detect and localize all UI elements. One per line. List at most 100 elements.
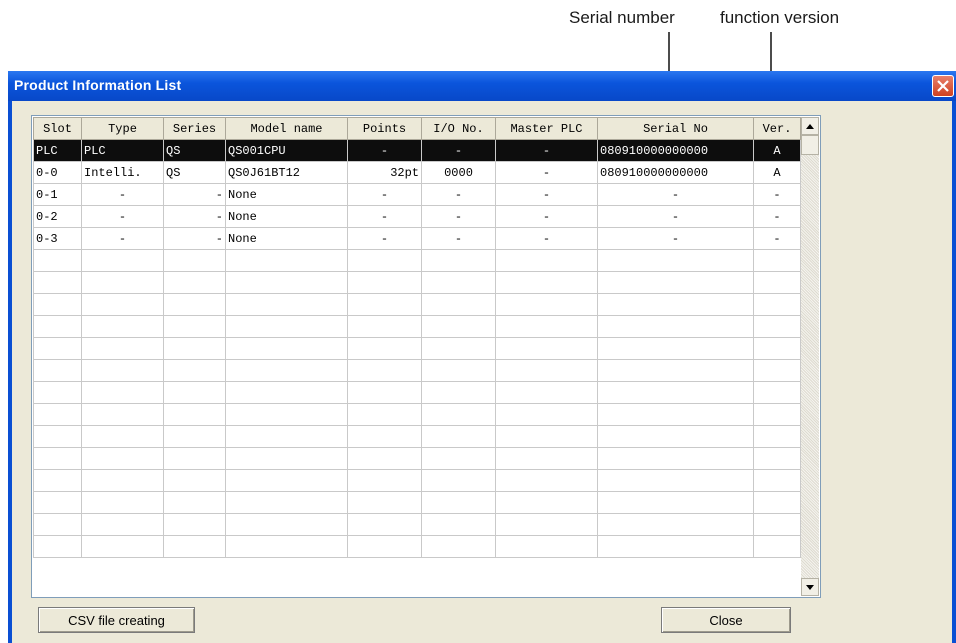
table-cell: PLC <box>81 139 164 162</box>
table-cell: - <box>347 183 422 206</box>
table-row[interactable] <box>33 403 801 426</box>
table-cell <box>81 293 164 316</box>
table-row[interactable] <box>33 381 801 404</box>
table-cell <box>347 315 422 338</box>
title-bar[interactable]: Product Information List <box>8 71 956 101</box>
table-cell <box>495 469 598 492</box>
table-row[interactable] <box>33 337 801 360</box>
table-row[interactable] <box>33 293 801 316</box>
table-cell: PLC <box>33 139 82 162</box>
table-cell <box>81 381 164 404</box>
table-cell <box>163 425 226 448</box>
table-cell <box>225 491 348 514</box>
table-row[interactable]: 0-2- - None - - - - - <box>33 205 801 228</box>
table-cell <box>33 513 82 536</box>
column-header[interactable]: Slot <box>33 117 82 140</box>
table-cell <box>597 271 754 294</box>
column-header[interactable]: Model name <box>225 117 348 140</box>
column-header[interactable]: Serial No <box>597 117 754 140</box>
scroll-thumb[interactable] <box>801 135 819 155</box>
table-cell <box>225 513 348 536</box>
column-header[interactable]: Series <box>163 117 226 140</box>
table-row[interactable] <box>33 469 801 492</box>
table-cell <box>347 425 422 448</box>
table-cell <box>597 403 754 426</box>
table-row[interactable]: PLC PLC QS QS001CPU - - -080910000000000 A <box>33 139 801 162</box>
table-row[interactable]: 0-1- - None - - - - - <box>33 183 801 206</box>
table-cell: QS <box>163 139 226 162</box>
table-cell <box>495 359 598 382</box>
table-cell <box>753 535 801 558</box>
table-cell <box>753 337 801 360</box>
product-grid[interactable]: Slot Type Series Model name Points I/O No. Mas… <box>31 115 821 598</box>
table-cell <box>33 469 82 492</box>
table-cell: - <box>495 205 598 228</box>
table-cell <box>495 535 598 558</box>
table-row[interactable]: 0-3- - None - - - - - <box>33 227 801 250</box>
column-header[interactable]: I/O No. <box>421 117 496 140</box>
table-cell <box>597 469 754 492</box>
table-cell <box>597 513 754 536</box>
table-row[interactable] <box>33 271 801 294</box>
table-cell <box>597 249 754 272</box>
table-cell <box>421 425 496 448</box>
table-cell <box>753 469 801 492</box>
table-cell: - <box>421 205 496 228</box>
table-cell: A <box>753 139 801 162</box>
table-cell <box>81 337 164 360</box>
column-header[interactable]: Points <box>347 117 422 140</box>
table-cell <box>753 315 801 338</box>
table-row[interactable] <box>33 447 801 470</box>
csv-file-creating-button[interactable]: CSV file creating <box>38 607 195 633</box>
table-cell <box>347 249 422 272</box>
table-row[interactable] <box>33 535 801 558</box>
table-cell <box>81 271 164 294</box>
table-cell <box>81 315 164 338</box>
table-cell <box>597 381 754 404</box>
table-cell <box>163 491 226 514</box>
table-cell: 0-0 <box>33 161 82 184</box>
table-row[interactable] <box>33 249 801 272</box>
column-header[interactable]: Ver. <box>753 117 801 140</box>
table-cell <box>347 447 422 470</box>
table-cell <box>163 359 226 382</box>
table-cell: - <box>753 205 801 228</box>
table-cell <box>163 315 226 338</box>
table-cell <box>225 315 348 338</box>
vertical-scrollbar[interactable] <box>801 117 819 596</box>
table-row[interactable] <box>33 425 801 448</box>
table-cell: - <box>163 227 226 250</box>
table-cell <box>33 425 82 448</box>
window-client-area: Slot Type Series Model name Points I/O No. Mas… <box>12 101 952 643</box>
table-cell <box>597 535 754 558</box>
table-row[interactable] <box>33 315 801 338</box>
function-version-annotation: function version <box>720 8 840 27</box>
column-header[interactable]: Type <box>81 117 164 140</box>
table-cell <box>81 447 164 470</box>
table-cell: None <box>225 227 348 250</box>
table-cell <box>81 469 164 492</box>
scroll-down-button[interactable] <box>801 578 819 596</box>
table-cell <box>753 491 801 514</box>
table-cell <box>33 535 82 558</box>
table-row[interactable]: 0-0 Intelli. QS QS0J61BT12 32pt 0000-08091000… <box>33 161 801 184</box>
table-cell <box>225 381 348 404</box>
table-cell <box>225 403 348 426</box>
table-row[interactable] <box>33 491 801 514</box>
table-cell <box>753 447 801 470</box>
table-cell <box>225 337 348 360</box>
table-cell <box>495 271 598 294</box>
scroll-up-button[interactable] <box>801 117 819 135</box>
close-button[interactable]: Close <box>661 607 791 633</box>
table-cell <box>81 535 164 558</box>
table-cell <box>225 249 348 272</box>
table-row[interactable] <box>33 359 801 382</box>
column-header[interactable]: Master PLC <box>495 117 598 140</box>
table-row[interactable] <box>33 513 801 536</box>
product-info-window: Product Information List Slot Type Series M… <box>8 71 956 643</box>
table-cell: QS0J61BT12 <box>225 161 348 184</box>
window-close-button[interactable] <box>932 75 954 97</box>
table-cell: 0000 <box>421 161 496 184</box>
table-cell <box>421 315 496 338</box>
table-cell: - <box>495 183 598 206</box>
